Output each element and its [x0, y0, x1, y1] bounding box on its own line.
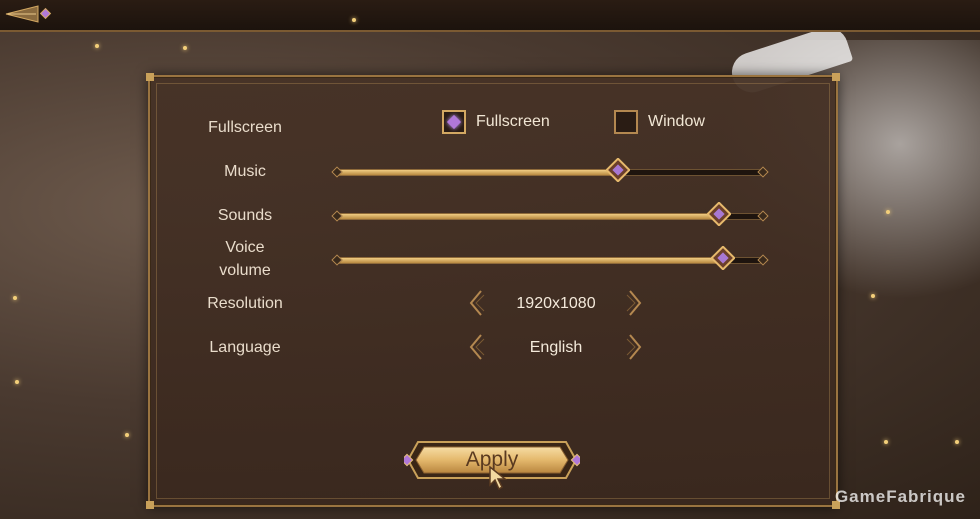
sparkle-particle	[13, 296, 17, 300]
language-next-chevron-icon[interactable]	[626, 333, 644, 361]
window-option[interactable]: Window	[614, 110, 705, 134]
back-arrow-icon[interactable]	[4, 4, 52, 24]
sparkle-particle	[95, 44, 99, 48]
slider-thumb-icon[interactable]	[605, 158, 630, 182]
voice-label-line2: volume	[219, 262, 271, 279]
window-radio[interactable]	[614, 110, 638, 134]
panel-corner	[146, 501, 154, 509]
sparkle-particle	[884, 440, 888, 444]
sounds-slider[interactable]	[331, 202, 769, 226]
voice-label-line1: Voice	[225, 239, 265, 256]
mouse-cursor-icon	[489, 465, 508, 491]
slider-thumb-icon[interactable]	[711, 246, 736, 270]
fullscreen-label: Fullscreen	[208, 119, 282, 136]
panel-corner	[832, 73, 840, 81]
panel-corner	[146, 73, 154, 81]
watermark-logo: GameFabrique	[834, 487, 966, 506]
slider-fill	[339, 169, 620, 176]
window-option-label: Window	[648, 113, 705, 130]
slider-thumb-icon[interactable]	[706, 202, 731, 226]
sounds-label: Sounds	[217, 207, 273, 224]
resolution-next-chevron-icon[interactable]	[626, 289, 644, 317]
music-slider[interactable]	[331, 158, 769, 182]
resolution-label: Resolution	[207, 295, 283, 312]
fullscreen-option-label: Fullscreen	[476, 113, 550, 130]
sparkle-particle	[886, 210, 890, 214]
top-bar	[0, 0, 980, 32]
resolution-value: 1920x1080	[516, 295, 596, 312]
language-label: Language	[209, 339, 281, 356]
fullscreen-radio[interactable]	[442, 110, 466, 134]
sparkle-particle	[15, 380, 19, 384]
fullscreen-option[interactable]: Fullscreen	[442, 110, 550, 134]
sparkle-particle	[352, 18, 356, 22]
sparkle-particle	[183, 46, 187, 50]
sparkle-particle	[871, 294, 875, 298]
slider-fill	[339, 257, 726, 264]
sparkle-particle	[955, 440, 959, 444]
language-value: English	[529, 339, 583, 356]
sparkle-particle	[125, 433, 129, 437]
slider-fill	[339, 213, 721, 220]
resolution-prev-chevron-icon[interactable]	[467, 289, 485, 317]
language-prev-chevron-icon[interactable]	[467, 333, 485, 361]
music-label: Music	[224, 163, 266, 180]
voice-volume-slider[interactable]	[331, 246, 769, 270]
